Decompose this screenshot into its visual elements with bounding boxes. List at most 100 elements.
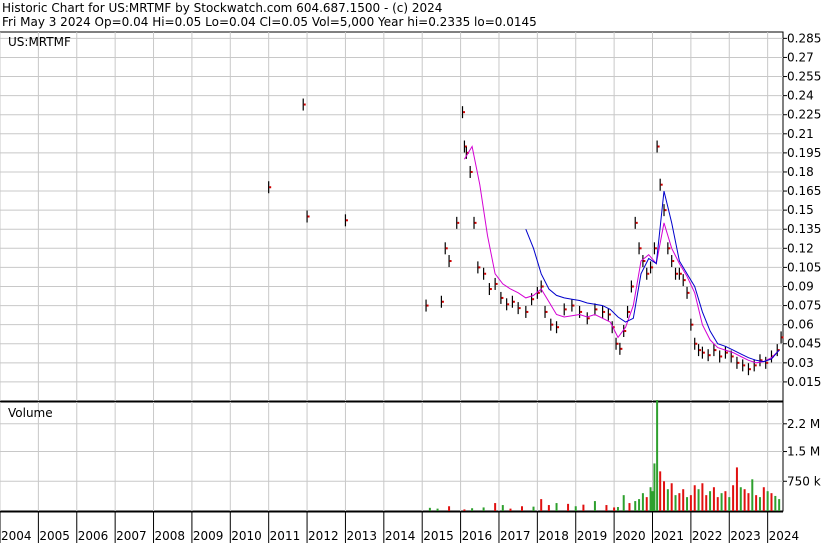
price-close-point — [691, 323, 694, 326]
price-close-point — [754, 364, 757, 367]
x-tick-label: 2008 — [155, 529, 186, 543]
y-tick-label: 0.165 — [787, 184, 821, 198]
price-close-point — [624, 330, 627, 333]
volume-bar — [482, 507, 485, 511]
volume-bar — [770, 493, 773, 511]
y-tick-label: 0.255 — [787, 70, 821, 84]
y-tick-label: 0.285 — [787, 31, 821, 45]
volume-bar — [755, 495, 758, 511]
volume-bar — [663, 481, 666, 511]
price-close-point — [532, 298, 535, 301]
volume-bar — [686, 497, 689, 511]
y-tick-label: 0.135 — [787, 222, 821, 236]
price-close-point — [470, 170, 473, 173]
price-close-point — [307, 215, 310, 218]
x-tick-label: 2014 — [385, 529, 416, 543]
price-close-point — [587, 317, 590, 320]
price-close-point — [478, 266, 481, 269]
volume-bar — [582, 504, 585, 511]
price-close-point — [737, 361, 740, 364]
price-close-point — [518, 307, 521, 310]
price-close-point — [725, 351, 728, 354]
volume-tick-label: 750 k — [787, 474, 821, 488]
price-close-point — [463, 111, 466, 114]
volume-bar — [720, 493, 723, 511]
volume-bar — [659, 471, 662, 511]
price-close-point — [676, 272, 679, 275]
x-tick-label: 2009 — [193, 529, 224, 543]
price-close-point — [595, 308, 598, 311]
volume-bar — [616, 507, 619, 511]
volume-bar — [705, 495, 708, 511]
volume-bar — [509, 508, 512, 511]
volume-bar — [567, 503, 570, 511]
y-tick-label: 0.09 — [787, 279, 814, 293]
volume-bar — [605, 505, 608, 511]
price-panel — [0, 31, 784, 402]
volume-bar — [638, 499, 641, 511]
volume-bar — [653, 463, 656, 511]
price-close-point — [620, 347, 623, 350]
volume-bar — [555, 503, 558, 511]
price-close-point — [781, 336, 784, 339]
x-tick-label: 2011 — [270, 529, 301, 543]
y-tick-label: 0.24 — [787, 89, 814, 103]
price-close-point — [720, 355, 723, 358]
volume-bar — [666, 489, 669, 511]
volume-bar — [521, 506, 523, 511]
volume-bar — [634, 501, 637, 511]
price-close-point — [672, 260, 675, 263]
x-tick-label: 2021 — [654, 529, 685, 543]
volume-bar — [712, 487, 715, 511]
y-tick-label: 0.105 — [787, 260, 821, 274]
price-close-point — [484, 272, 487, 275]
price-close-point — [526, 310, 529, 313]
price-close-point — [635, 221, 638, 224]
price-close-point — [489, 288, 492, 291]
price-panel-label: US:MRTMF — [8, 35, 71, 49]
volume-bar — [743, 489, 746, 511]
price-close-point — [269, 186, 272, 189]
price-close-point — [545, 310, 548, 313]
price-close-point — [501, 296, 504, 299]
volume-bar — [628, 503, 631, 511]
price-close-point — [748, 368, 751, 371]
volume-panel-label: Volume — [8, 406, 53, 420]
price-close-point — [628, 310, 631, 313]
price-close-point — [714, 349, 717, 352]
volume-bar — [494, 503, 497, 511]
price-close-point — [654, 247, 657, 250]
price-close-point — [474, 221, 477, 224]
y-tick-label: 0.18 — [787, 165, 814, 179]
volume-bar — [678, 493, 681, 511]
volume-bar — [532, 506, 535, 511]
price-close-point — [708, 354, 711, 357]
price-close-point — [495, 282, 498, 285]
price-close-point — [512, 300, 515, 303]
price-close-point — [766, 361, 769, 364]
price-close-point — [657, 145, 660, 148]
volume-bar — [728, 497, 731, 511]
price-close-point — [564, 308, 567, 311]
volume-bar — [428, 507, 431, 511]
y-tick-label: 0.12 — [787, 241, 814, 255]
x-tick-label: 2017 — [500, 529, 531, 543]
price-close-point — [639, 247, 642, 250]
volume-bar — [709, 491, 712, 511]
price-close-point — [631, 285, 634, 288]
volume-tick-label: 1.5 M — [787, 445, 820, 459]
chart-window: Historic Chart for US:MRTMF by Stockwatc… — [0, 0, 830, 543]
volume-bar — [716, 497, 719, 511]
volume-bar — [613, 507, 616, 511]
volume-bar — [682, 489, 685, 511]
price-close-point — [303, 103, 306, 106]
volume-bar — [758, 497, 761, 511]
y-tick-label: 0.015 — [787, 375, 821, 389]
volume-bar — [436, 508, 439, 511]
price-close-point — [608, 313, 611, 316]
volume-bar — [574, 506, 577, 511]
volume-bar — [778, 499, 781, 511]
volume-bar — [697, 489, 700, 511]
price-close-point — [668, 247, 671, 250]
volume-bar — [735, 467, 738, 511]
